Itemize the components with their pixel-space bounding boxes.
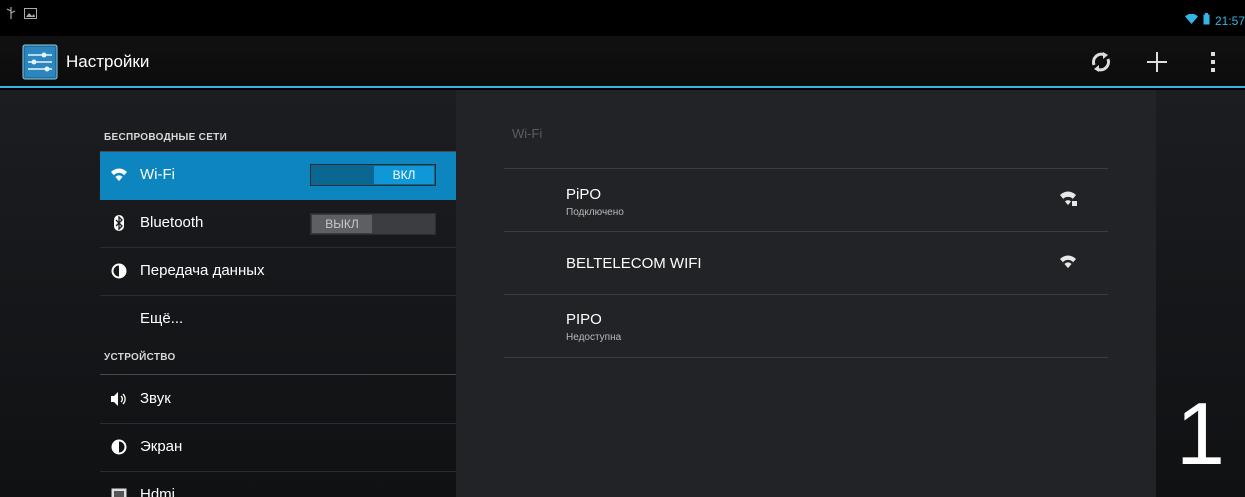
volume-icon	[110, 390, 128, 408]
settings-item-hdmi[interactable]: Hdmi	[100, 472, 456, 497]
overlay-number: 1	[1176, 384, 1225, 483]
wifi-pane: Wi-Fi PiPO Подключено BELTELECOM WIFI PI…	[456, 90, 1156, 497]
settings-item-display[interactable]: Экран	[100, 424, 456, 472]
settings-content: БЕСПРОВОДНЫЕ СЕТИ Wi-Fi ВКЛ Bluetooth ВЫ…	[0, 90, 1245, 497]
battery-icon	[1203, 12, 1210, 30]
network-name: PIPO	[566, 311, 602, 328]
settings-item-label: Передача данных	[140, 262, 265, 279]
bluetooth-toggle[interactable]: ВЫКЛ	[310, 213, 436, 235]
network-item[interactable]: PIPO Недоступна	[504, 295, 1108, 357]
settings-item-sound[interactable]: Звук	[100, 376, 456, 424]
settings-item-label: Hdmi	[140, 486, 176, 497]
network-status: Подключено	[566, 207, 624, 218]
settings-item-data-usage[interactable]: Передача данных	[100, 248, 456, 296]
network-name: BELTELECOM WIFI	[566, 255, 702, 272]
page-title: Настройки	[66, 52, 150, 71]
pane-title: Wi-Fi	[512, 126, 543, 141]
network-item[interactable]: BELTELECOM WIFI	[504, 232, 1108, 294]
network-item[interactable]: PiPO Подключено	[504, 169, 1108, 231]
bluetooth-icon	[110, 214, 128, 232]
status-bar: 21:57	[0, 0, 1245, 36]
network-status: Недоступна	[566, 332, 622, 343]
usb-icon	[6, 6, 16, 24]
status-left-icons	[6, 6, 37, 24]
settings-item-bluetooth[interactable]: Bluetooth ВЫКЛ	[100, 200, 456, 248]
hdmi-icon	[110, 486, 128, 497]
add-icon[interactable]	[1143, 48, 1171, 76]
wifi-icon	[110, 166, 128, 184]
section-divider	[100, 374, 456, 375]
action-bar: Настройки	[0, 36, 1245, 88]
toggle-thumb: ВЫКЛ	[312, 215, 372, 233]
settings-item-wifi[interactable]: Wi-Fi ВКЛ	[100, 152, 456, 200]
sync-icon[interactable]	[1087, 48, 1115, 76]
overflow-menu-icon[interactable]	[1199, 48, 1227, 76]
section-header-wireless: БЕСПРОВОДНЫЕ СЕТИ	[104, 132, 228, 143]
data-usage-icon	[110, 262, 128, 280]
wifi-icon	[1184, 12, 1198, 30]
wifi-toggle[interactable]: ВКЛ	[310, 164, 436, 186]
wifi-locked-icon	[1060, 191, 1078, 207]
status-right-icons: 21:57	[1184, 12, 1245, 30]
settings-item-label: Экран	[140, 438, 183, 455]
action-bar-actions	[1087, 48, 1227, 76]
display-icon	[110, 438, 128, 456]
clock: 21:57	[1214, 14, 1245, 28]
settings-item-label: Звук	[140, 390, 171, 407]
settings-app-icon[interactable]	[22, 44, 58, 80]
image-icon	[24, 6, 37, 24]
settings-item-more[interactable]: Ещё...	[100, 296, 456, 340]
pane-divider	[504, 357, 1108, 358]
wifi-icon	[1060, 255, 1078, 271]
settings-list: БЕСПРОВОДНЫЕ СЕТИ Wi-Fi ВКЛ Bluetooth ВЫ…	[100, 90, 456, 497]
settings-item-label: Bluetooth	[140, 214, 204, 231]
section-header-device: УСТРОЙСТВО	[104, 352, 176, 363]
toggle-thumb: ВКЛ	[374, 166, 434, 184]
network-name: PiPO	[566, 186, 602, 203]
settings-item-label: Wi-Fi	[140, 166, 175, 183]
settings-item-label: Ещё...	[140, 310, 184, 327]
